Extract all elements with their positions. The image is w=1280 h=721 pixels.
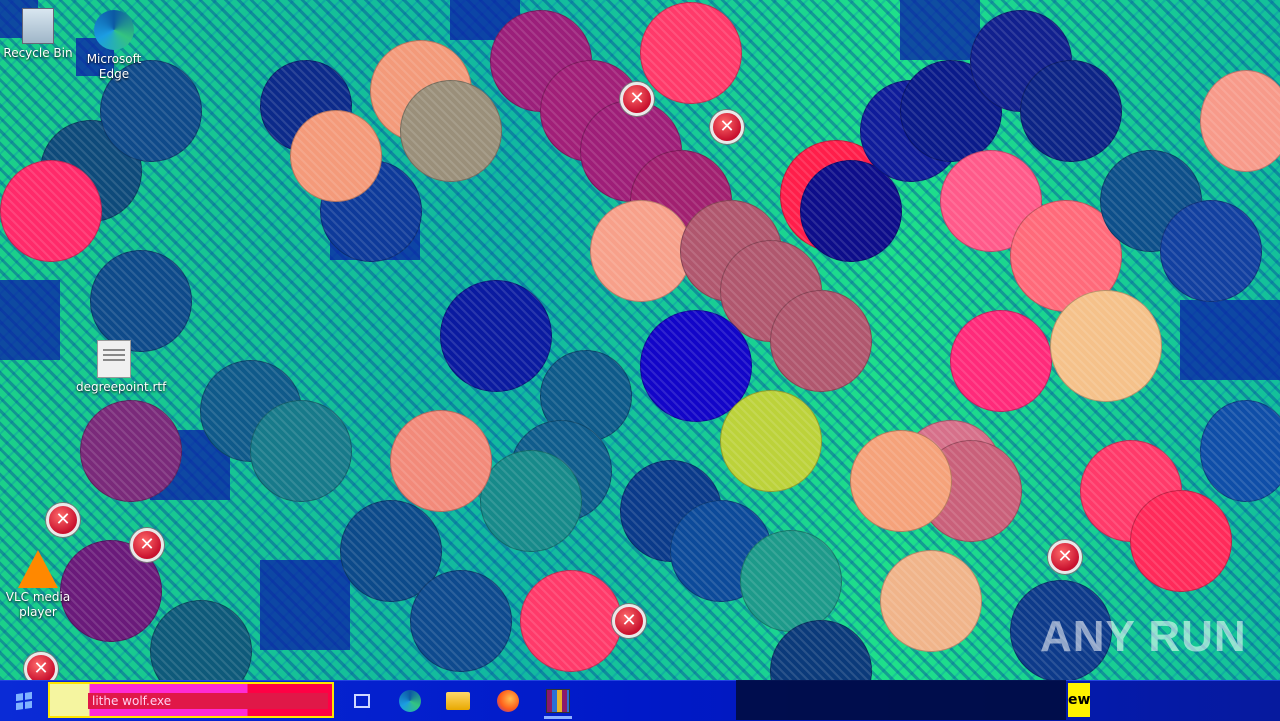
- desktop-icon-recycle-bin[interactable]: Recycle Bin: [0, 8, 76, 61]
- taskbar-firefox-button[interactable]: [486, 681, 530, 721]
- system-tray-area: [736, 680, 1066, 720]
- error-icon: ✕: [130, 528, 164, 562]
- glitch-tile: [260, 560, 350, 650]
- search-input[interactable]: lithe wolf.exe: [88, 693, 328, 709]
- artifact-circle: [950, 310, 1052, 412]
- recycle-bin-icon: [22, 8, 54, 44]
- task-view-icon: [354, 694, 370, 708]
- artifact-circle: [400, 80, 502, 182]
- desktop-icon-degreepoint[interactable]: degreepoint.rtf: [76, 340, 167, 395]
- edge-icon: [399, 690, 421, 712]
- artifact-circle: [250, 400, 352, 502]
- artifact-circle: [1130, 490, 1232, 592]
- error-icon: ✕: [46, 503, 80, 537]
- desktop-icon-label: Microsoft Edge: [86, 52, 142, 81]
- firefox-icon: [497, 690, 519, 712]
- error-icon: ✕: [710, 110, 744, 144]
- windows-logo-icon: [16, 691, 32, 711]
- anyrun-watermark: ANY RUN: [1040, 612, 1247, 661]
- desktop-icon-label: VLC media player: [5, 590, 71, 619]
- start-button[interactable]: [2, 681, 46, 721]
- artifact-circle: [880, 550, 982, 652]
- artifact-circle: [1200, 400, 1280, 502]
- document-icon: [97, 340, 131, 378]
- error-icon: ✕: [620, 82, 654, 116]
- artifact-circle: [1050, 290, 1162, 402]
- taskbar-edge-button[interactable]: [388, 681, 432, 721]
- artifact-circle: [390, 410, 492, 512]
- task-view-button[interactable]: [340, 681, 384, 721]
- artifact-circle: [640, 2, 742, 104]
- error-icon: ✕: [24, 652, 58, 680]
- artifact-circle: [1020, 60, 1122, 162]
- active-app-indicator: [544, 716, 572, 719]
- artifact-circle: [150, 600, 252, 680]
- artifact-circle: [720, 390, 822, 492]
- artifact-circle: [520, 570, 622, 672]
- artifact-circle: [1200, 70, 1280, 172]
- error-icon: ✕: [612, 604, 646, 638]
- winrar-icon: [546, 689, 570, 713]
- artifact-circle: [1160, 200, 1262, 302]
- artifact-circle: [290, 110, 382, 202]
- artifact-circle: [90, 250, 192, 352]
- artifact-circle: [410, 570, 512, 672]
- taskbar-winrar-button[interactable]: [536, 681, 580, 721]
- glitch-tile: [0, 280, 60, 360]
- desktop-icon-edge[interactable]: Microsoft Edge: [76, 10, 152, 82]
- glitch-tile: [1180, 300, 1280, 380]
- desktop: ✕ ✕ ✕ ✕ ✕ ✕ ✕ Recycle Bin Microsoft Edge…: [0, 0, 1280, 680]
- error-icon: ✕: [1048, 540, 1082, 574]
- artifact-circle: [0, 160, 102, 262]
- artifact-circle: [770, 290, 872, 392]
- taskbar-search-box[interactable]: lithe wolf.exe: [48, 682, 334, 718]
- artifact-circle: [440, 280, 552, 392]
- desktop-icon-label: degreepoint.rtf: [76, 380, 167, 394]
- artifact-circle: [740, 530, 842, 632]
- tray-app-label[interactable]: ewi: [1068, 683, 1090, 717]
- vlc-icon: [18, 550, 58, 588]
- edge-icon: [94, 10, 134, 50]
- artifact-circle: [850, 430, 952, 532]
- glitch-tile: [900, 0, 980, 60]
- file-explorer-icon: [446, 692, 470, 710]
- artifact-circle: [80, 400, 182, 502]
- desktop-icon-label: Recycle Bin: [3, 46, 73, 60]
- artifact-circle: [590, 200, 692, 302]
- artifact-circle: [480, 450, 582, 552]
- taskbar-file-explorer-button[interactable]: [436, 681, 480, 721]
- desktop-icon-vlc[interactable]: VLC media player: [0, 550, 76, 620]
